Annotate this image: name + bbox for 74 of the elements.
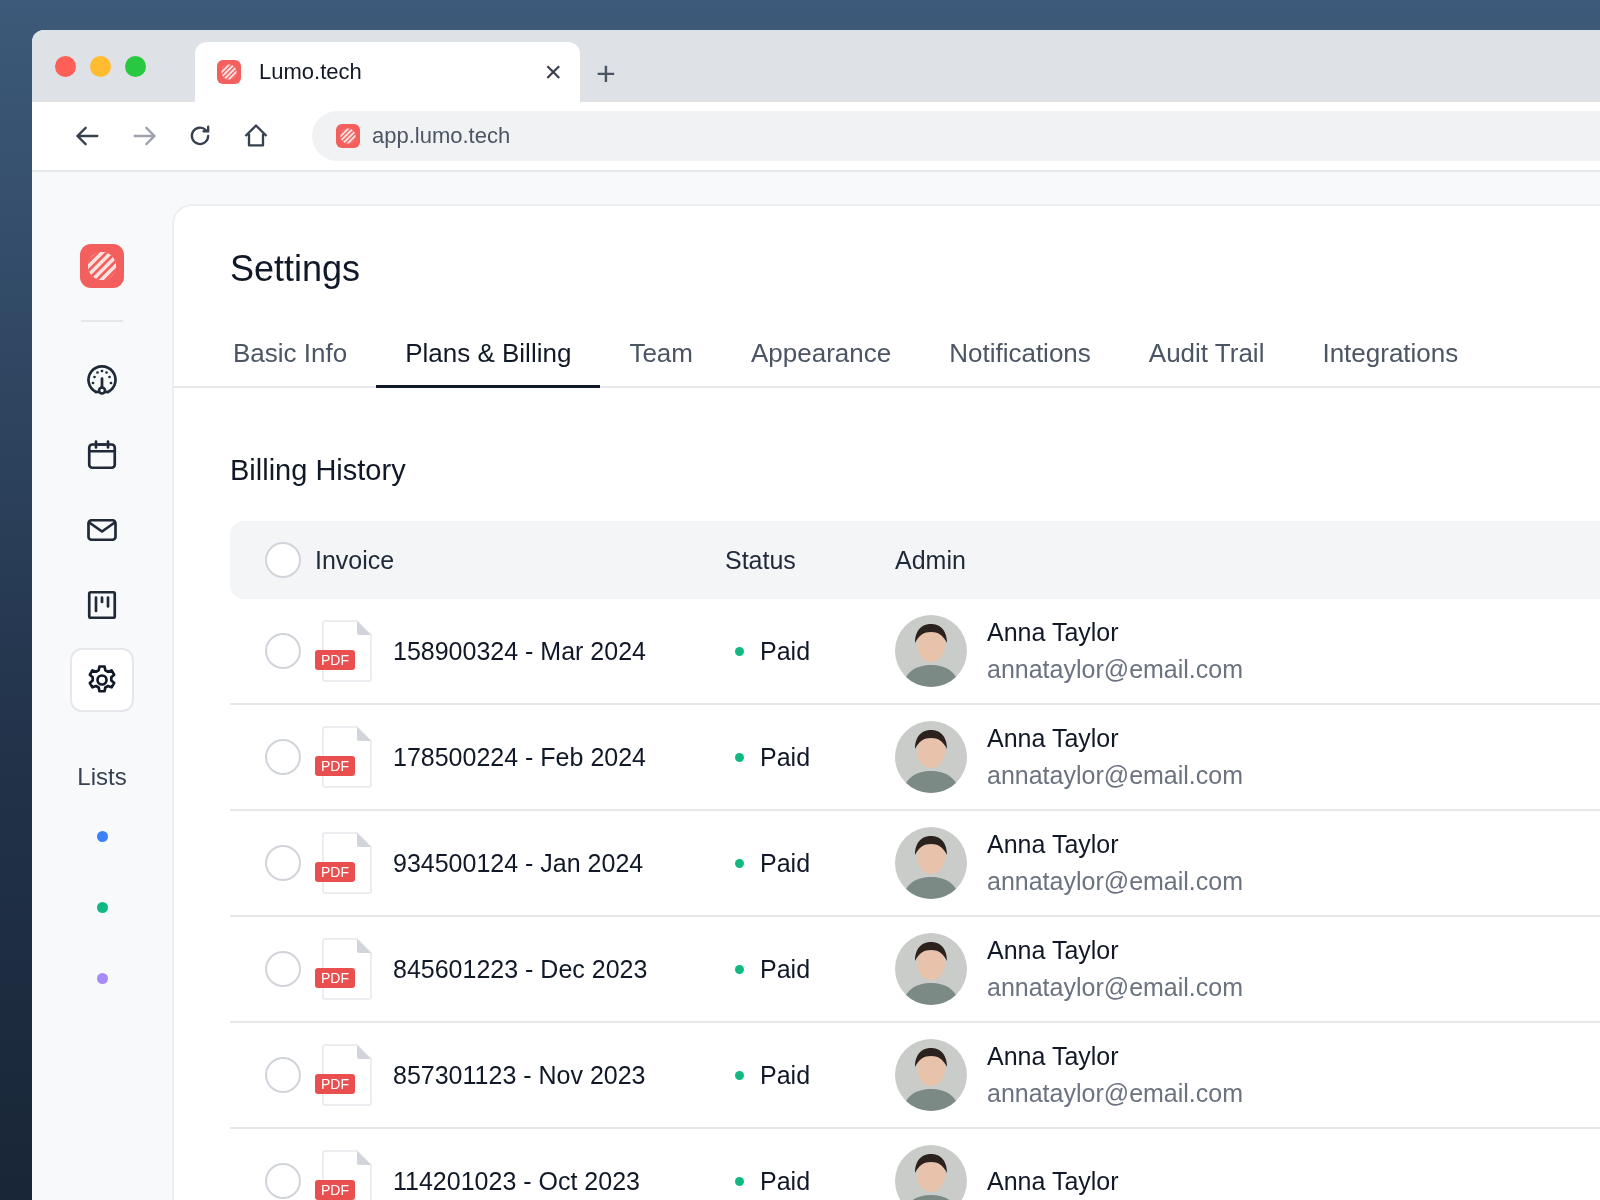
status-text: Paid — [760, 1166, 811, 1196]
admin-email: annataylor@email.com — [987, 973, 1244, 1002]
tab-title: Lumo.tech — [259, 59, 363, 85]
tab[interactable]: Appearance — [721, 328, 921, 388]
logo-icon — [336, 124, 360, 148]
admin-name: Anna Taylor — [987, 1166, 1119, 1196]
logo-icon — [80, 244, 124, 288]
tab[interactable]: Team — [600, 328, 722, 388]
pdf-label: PDF — [315, 1180, 355, 1200]
status-text: Paid — [760, 742, 811, 772]
browser-tab[interactable]: Lumo.tech × — [195, 42, 580, 102]
admin-email: annataylor@email.com — [987, 761, 1244, 790]
tab[interactable]: Plans & Billing — [376, 328, 601, 388]
invoice-name[interactable]: 114201023 - Oct 2023 — [393, 1166, 640, 1196]
close-window-button[interactable] — [55, 55, 76, 77]
admin-name: Anna Taylor — [987, 936, 1120, 965]
pdf-label: PDF — [315, 1074, 355, 1094]
status-text: Paid — [760, 954, 811, 984]
lists-label: Lists — [77, 763, 127, 791]
tab[interactable]: Basic Info — [204, 328, 377, 388]
page-title: Settings — [229, 247, 362, 290]
admin-email: annataylor@email.com — [987, 655, 1244, 684]
status-text: Paid — [760, 1060, 811, 1090]
admin-name: Anna Taylor — [987, 724, 1120, 753]
list-dot[interactable] — [96, 831, 108, 842]
status-dot — [735, 964, 744, 974]
nav-item[interactable] — [70, 648, 134, 712]
avatar — [895, 1145, 967, 1200]
column-header: Invoice — [315, 545, 395, 575]
address-bar[interactable]: app.lumo.tech — [312, 111, 1600, 161]
status-dot — [735, 752, 744, 762]
pdf-label: PDF — [315, 968, 355, 988]
checkbox[interactable] — [265, 845, 301, 881]
pdf-label: PDF — [315, 862, 355, 882]
gauge-icon — [84, 362, 120, 398]
home-icon[interactable] — [242, 122, 270, 150]
status-dot — [735, 1070, 744, 1080]
invoice-name[interactable]: 158900324 - Mar 2024 — [393, 636, 646, 666]
list-dot[interactable] — [96, 973, 108, 984]
maximize-window-button[interactable] — [125, 55, 146, 77]
invoice-name[interactable]: 857301123 - Nov 2023 — [393, 1060, 646, 1090]
status-text: Paid — [760, 636, 811, 666]
checkbox[interactable] — [265, 951, 301, 987]
admin-name: Anna Taylor — [987, 1042, 1120, 1071]
status-dot — [735, 646, 744, 656]
section-title: Billing History — [230, 454, 407, 487]
column-header: Admin — [895, 545, 966, 575]
status-dot — [735, 1176, 744, 1186]
admin-name: Anna Taylor — [987, 830, 1120, 859]
new-tab-button[interactable]: + — [596, 56, 616, 90]
url-text: app.lumo.tech — [372, 123, 511, 149]
status-dot — [735, 858, 744, 868]
admin-email: annataylor@email.com — [987, 1079, 1244, 1108]
invoice-name[interactable]: 178500224 - Feb 2024 — [393, 742, 646, 772]
logo-icon — [217, 60, 241, 84]
checkbox[interactable] — [265, 633, 301, 669]
column-header: Status — [725, 545, 796, 575]
tab[interactable]: Notifications — [920, 328, 1120, 388]
checkbox[interactable] — [265, 1163, 301, 1199]
checkbox[interactable] — [265, 739, 301, 775]
minimize-window-button[interactable] — [90, 55, 111, 77]
pdf-label: PDF — [315, 756, 355, 776]
invoice-name[interactable]: 845601223 - Dec 2023 — [393, 954, 648, 984]
list-dot[interactable] — [96, 902, 108, 913]
close-tab-button[interactable]: × — [544, 57, 562, 87]
admin-email: annataylor@email.com — [987, 867, 1244, 896]
tab[interactable]: Audit Trail — [1119, 328, 1294, 388]
checkbox[interactable] — [265, 542, 301, 578]
pdf-label: PDF — [315, 650, 355, 670]
invoice-name[interactable]: 934500124 - Jan 2024 — [393, 848, 644, 878]
status-text: Paid — [760, 848, 811, 878]
admin-name: Anna Taylor — [987, 618, 1120, 647]
checkbox[interactable] — [265, 1057, 301, 1093]
tab[interactable]: Integrations — [1293, 328, 1488, 388]
